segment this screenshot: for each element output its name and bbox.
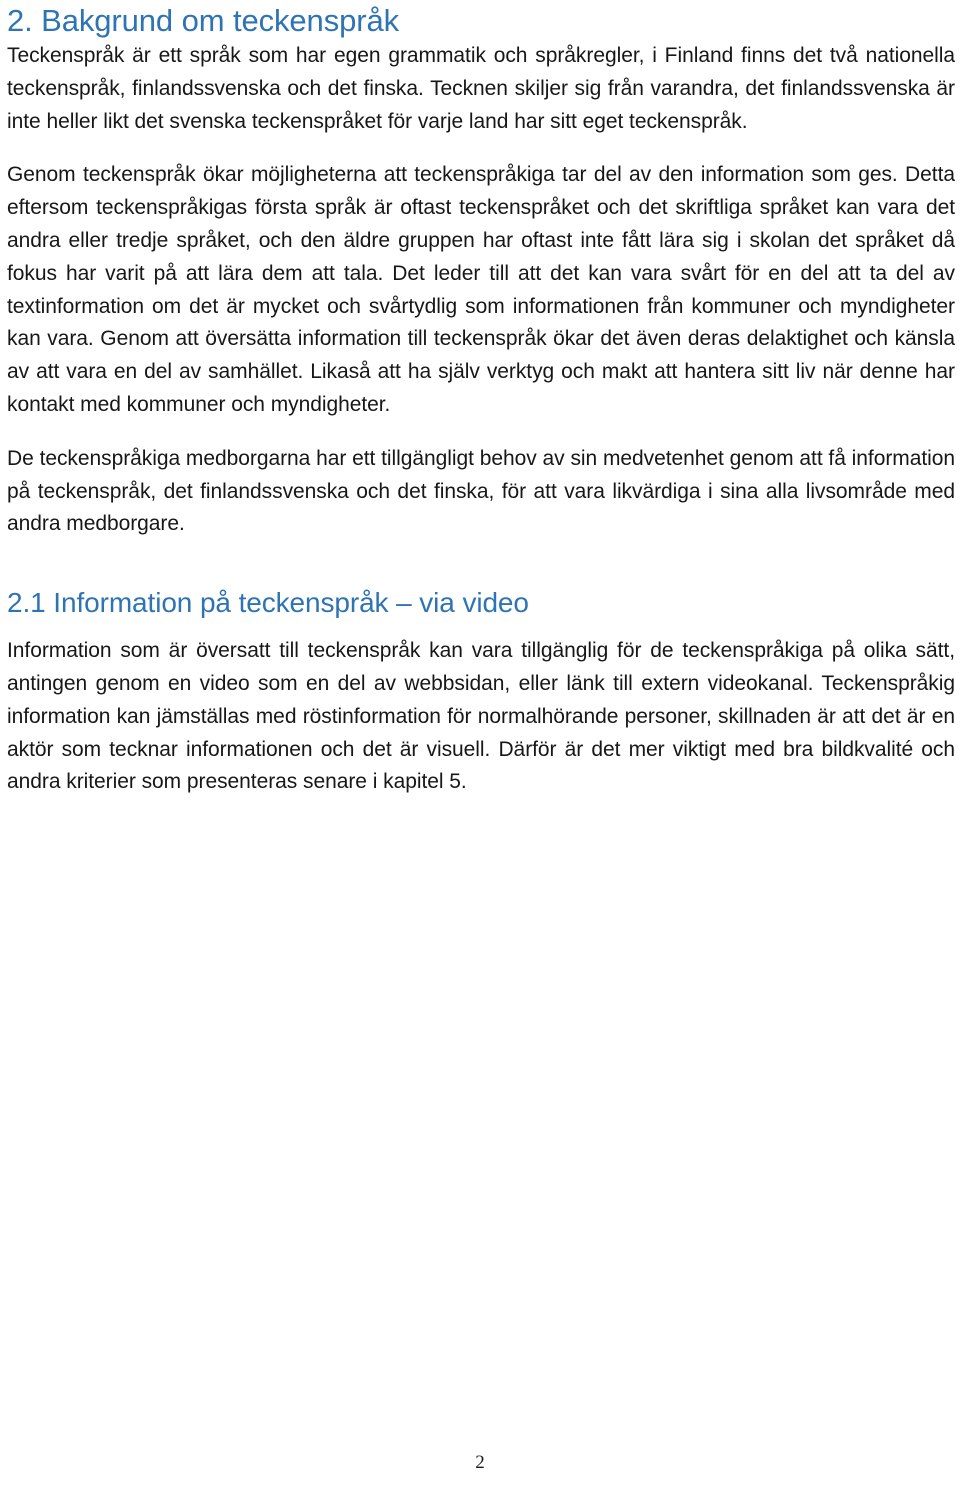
paragraph-2: Genom teckenspråk ökar möjligheterna att… xyxy=(7,163,955,416)
paragraph-3: De teckenspråkiga medborgarna har ett ti… xyxy=(7,446,955,536)
subsection-heading-2-1: 2.1 Information på teckenspråk – via vid… xyxy=(7,587,529,619)
document-body: 2. Bakgrund om teckenspråk Teckenspråk ä… xyxy=(7,0,955,799)
section-heading-2: 2. Bakgrund om teckenspråk xyxy=(7,3,399,38)
paragraph-4: Information som är översatt till teckens… xyxy=(7,639,955,794)
paragraph-1: Teckenspråk är ett språk som har egen gr… xyxy=(7,44,955,133)
page-number: 2 xyxy=(475,1452,485,1473)
document-page: 2. Bakgrund om teckenspråk Teckenspråk ä… xyxy=(0,0,960,1490)
